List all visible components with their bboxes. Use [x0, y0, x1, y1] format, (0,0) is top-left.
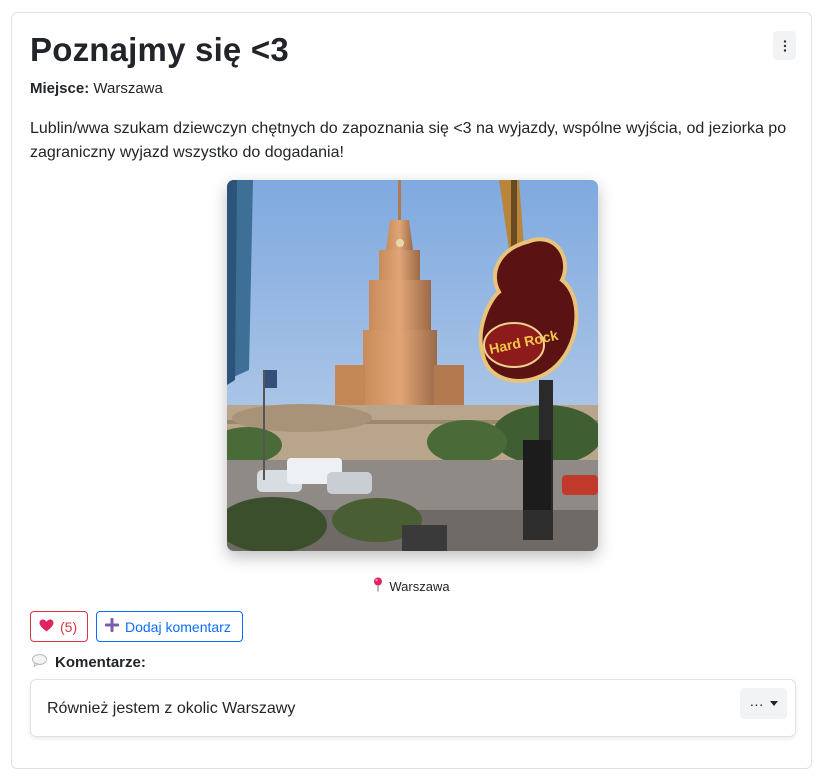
post-description: Lublin/wwa szukam dziewczyn chętnych do … [30, 120, 787, 161]
speech-bubble-icon [32, 653, 47, 673]
place-label: Miejsce: [30, 80, 90, 97]
comment-item: Również jestem z okolic Warszawy ··· [30, 679, 796, 737]
place-value: Warszawa [93, 80, 163, 97]
like-button[interactable]: (5) [30, 611, 88, 642]
vertical-dots-icon [783, 39, 787, 52]
photo-location: Warszawa [12, 577, 811, 597]
add-comment-label: Dodaj komentarz [125, 618, 231, 635]
plus-icon [105, 618, 119, 635]
like-count: (5) [60, 618, 78, 635]
post-card: Poznajmy się <3 Miejsce: Warszawa Lublin… [11, 12, 812, 769]
pin-icon [373, 577, 383, 597]
post-options-button[interactable] [773, 31, 796, 60]
add-comment-button[interactable]: Dodaj komentarz [96, 611, 243, 642]
comment-options-label: ··· [749, 695, 764, 712]
comments-heading: Komentarze: [32, 653, 146, 673]
post-actions: (5) Dodaj komentarz [30, 611, 243, 642]
caret-down-icon [769, 701, 778, 706]
photo-location-text: Warszawa [389, 579, 450, 594]
heart-icon [39, 619, 54, 635]
comment-text: Również jestem z okolic Warszawy [47, 700, 296, 717]
comment-options-dropdown[interactable]: ··· [740, 688, 787, 719]
post-photo[interactable]: Hard Rock [227, 180, 598, 551]
post-title: Poznajmy się <3 [30, 31, 289, 68]
post-place: Miejsce: Warszawa [30, 79, 163, 99]
comments-heading-text: Komentarze: [55, 654, 146, 671]
